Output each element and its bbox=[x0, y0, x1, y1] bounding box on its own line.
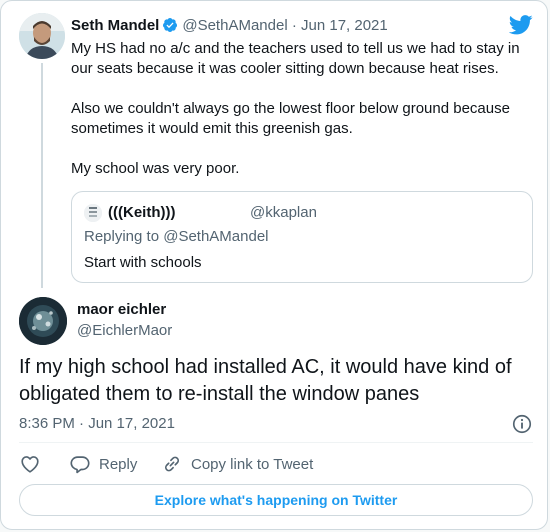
info-icon[interactable] bbox=[511, 413, 533, 435]
like-button[interactable] bbox=[19, 453, 41, 475]
quoted-tweet-text: Start with schools bbox=[84, 254, 202, 271]
quoted-author-handle: @kkaplan bbox=[250, 204, 317, 221]
quoted-avatar-icon bbox=[84, 204, 102, 222]
embedded-tweet-card: Seth Mandel @SethAMandel · Jun 17, 2021 M… bbox=[0, 0, 548, 530]
link-icon bbox=[165, 456, 179, 472]
twitter-bird-icon[interactable] bbox=[509, 15, 533, 35]
author-name[interactable]: Seth Mandel bbox=[71, 17, 159, 34]
copy-link-button[interactable]: Copy link to Tweet bbox=[161, 453, 313, 475]
quoted-tweet[interactable]: (((Keith))) @kkaplan Replying to @SethAM… bbox=[71, 191, 533, 283]
replying-to-text: Replying to @SethAMandel bbox=[84, 228, 269, 245]
separator-dot: · bbox=[291, 17, 297, 34]
verified-badge-icon bbox=[163, 18, 178, 32]
tweet-date-link[interactable]: Jun 17, 2021 bbox=[301, 17, 388, 34]
avatar-photo bbox=[19, 13, 65, 59]
tweet-timestamp-link[interactable]: 8:36 PM · Jun 17, 2021 bbox=[19, 415, 175, 432]
heart-icon bbox=[21, 456, 39, 473]
reply-button[interactable]: Reply bbox=[69, 453, 137, 475]
avatar[interactable] bbox=[19, 297, 67, 345]
tweet-text-paragraph: My school was very poor. bbox=[71, 160, 240, 177]
avatar-photo bbox=[19, 297, 67, 345]
author-handle[interactable]: @SethAMandel bbox=[182, 17, 287, 34]
tweet-text-paragraph: My HS had no a/c and the teachers used t… bbox=[71, 40, 520, 77]
reply-icon bbox=[70, 456, 90, 474]
avatar[interactable] bbox=[19, 13, 65, 59]
author-handle[interactable]: @EichlerMaor bbox=[77, 322, 172, 339]
thread-connector bbox=[41, 63, 43, 288]
tweet-text: If my high school had installed AC, it w… bbox=[19, 356, 512, 405]
quoted-author-name: (((Keith))) bbox=[108, 204, 176, 221]
parent-tweet-header: Seth Mandel @SethAMandel · Jun 17, 2021 bbox=[71, 17, 388, 35]
tweet-text-paragraph: Also we couldn't always go the lowest fl… bbox=[71, 100, 510, 137]
explore-twitter-button[interactable]: Explore what's happening on Twitter bbox=[19, 484, 533, 516]
copy-link-label: Copy link to Tweet bbox=[191, 455, 314, 473]
quoted-avatar bbox=[84, 204, 102, 222]
reply-label: Reply bbox=[99, 455, 138, 473]
author-name[interactable]: maor eichler bbox=[77, 301, 166, 318]
divider bbox=[19, 442, 533, 443]
